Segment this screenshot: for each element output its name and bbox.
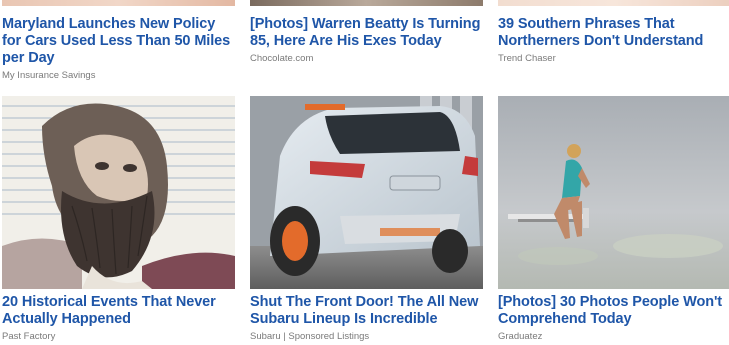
ad-headline[interactable]: 20 Historical Events That Never Actually… [2, 294, 235, 328]
ad-source: Trend Chaser [498, 53, 556, 64]
subaru-suv-image [250, 96, 483, 289]
ad-headline[interactable]: [Photos] 30 Photos People Won't Comprehe… [498, 294, 729, 328]
diving-board-photo-image [498, 96, 729, 289]
ad-card-southern-phrases[interactable]: 39 Southern Phrases That Northerners Don… [498, 0, 729, 65]
ad-card-warren-beatty[interactable]: [Photos] Warren Beatty Is Turning 85, He… [250, 0, 483, 65]
ad-card-30-photos[interactable]: [Photos] 30 Photos People Won't Comprehe… [498, 96, 729, 343]
ad-source: Chocolate.com [250, 53, 314, 64]
ad-source: Graduatez [498, 331, 543, 342]
ad-card-subaru[interactable]: Shut The Front Door! The All New Subaru … [250, 96, 483, 343]
ad-headline[interactable]: Shut The Front Door! The All New Subaru … [250, 294, 483, 328]
ad-headline[interactable]: 39 Southern Phrases That Northerners Don… [498, 16, 729, 50]
ad-source: My Insurance Savings [2, 70, 96, 81]
ad-thumbnail-diver[interactable] [498, 96, 729, 289]
ad-thumbnail-cropped[interactable] [2, 0, 235, 6]
ad-card-maryland[interactable]: Maryland Launches New Policy for Cars Us… [2, 0, 235, 82]
ad-thumbnail-car[interactable] [250, 96, 483, 289]
ad-headline[interactable]: Maryland Launches New Policy for Cars Us… [2, 16, 235, 67]
ad-thumbnail-cropped[interactable] [498, 0, 729, 6]
ad-thumbnail-cropped[interactable] [250, 0, 483, 6]
ad-thumbnail-engraving-portrait[interactable] [2, 96, 235, 289]
ad-headline[interactable]: [Photos] Warren Beatty Is Turning 85, He… [250, 16, 483, 50]
bearded-man-engraving-image [2, 96, 235, 289]
ad-source: Subaru | Sponsored Listings [250, 331, 370, 342]
ad-source: Past Factory [2, 331, 56, 342]
ad-card-historical-events[interactable]: 20 Historical Events That Never Actually… [2, 96, 235, 343]
